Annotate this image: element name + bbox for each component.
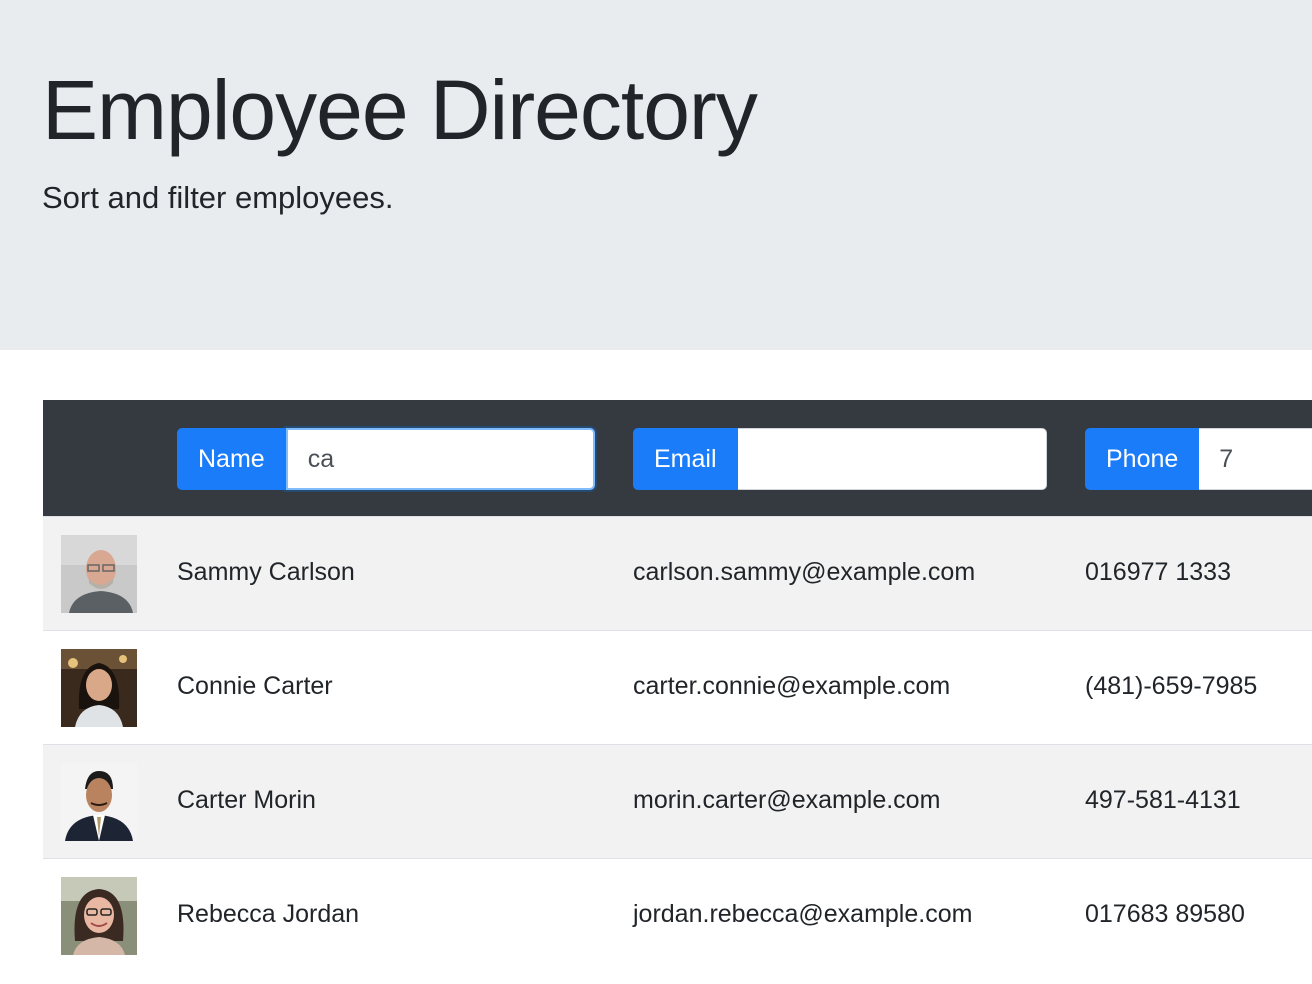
employee-table: Name Email Phone Sammy Carlson carlso (43, 400, 1312, 984)
employee-name: Connie Carter (177, 672, 333, 700)
email-filter-group: Email (633, 428, 1047, 490)
avatar (61, 535, 137, 613)
email-filter-input[interactable] (737, 428, 1047, 490)
employee-name: Rebecca Jordan (177, 900, 360, 928)
name-filter-input[interactable] (285, 428, 595, 490)
phone-filter-label: Phone (1085, 428, 1200, 490)
employee-phone: 497-581-4131 (1085, 786, 1241, 814)
table-row: Connie Carter carter.connie@example.com … (43, 630, 1312, 744)
name-filter-label: Name (177, 428, 286, 490)
avatar (61, 877, 137, 955)
email-filter-label: Email (633, 428, 738, 490)
employee-phone: (481)-659-7985 (1085, 672, 1258, 700)
employee-name: Carter Morin (177, 786, 316, 814)
table-row: Carter Morin morin.carter@example.com 49… (43, 744, 1312, 858)
page-title: Employee Directory (42, 63, 758, 157)
jumbotron-header: Employee Directory Sort and filter emplo… (0, 0, 1312, 350)
avatar (61, 763, 137, 841)
table-row: Rebecca Jordan jordan.rebecca@example.co… (43, 858, 1312, 972)
employee-phone: 017683 89580 (1085, 900, 1245, 928)
name-filter-group: Name (177, 428, 595, 490)
employee-email: carlson.sammy@example.com (633, 558, 976, 586)
phone-filter-input[interactable] (1199, 428, 1312, 490)
table-row: Sammy Carlson carlson.sammy@example.com … (43, 516, 1312, 630)
table-header: Name Email Phone (43, 400, 1312, 516)
employee-email: jordan.rebecca@example.com (633, 900, 973, 928)
avatar (61, 649, 137, 727)
employee-phone: 016977 1333 (1085, 558, 1231, 586)
page-subtitle: Sort and filter employees. (42, 180, 394, 215)
employee-name: Sammy Carlson (177, 558, 355, 586)
employee-email: carter.connie@example.com (633, 672, 951, 700)
employee-email: morin.carter@example.com (633, 786, 941, 814)
phone-filter-group: Phone (1085, 428, 1312, 490)
